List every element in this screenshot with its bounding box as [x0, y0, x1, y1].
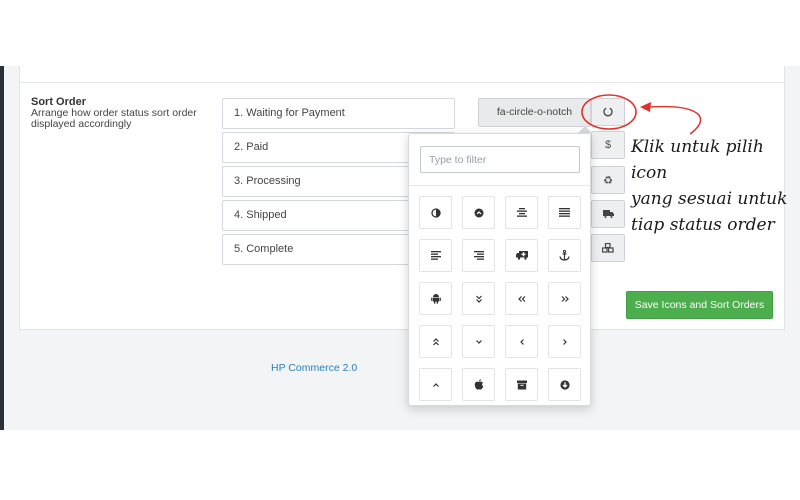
icon-option-ambulance[interactable] — [505, 239, 538, 272]
icon-picker-button-5[interactable] — [591, 234, 625, 262]
icon-option-angle-double-left[interactable] — [505, 282, 538, 315]
sidebar-edge — [0, 66, 4, 430]
angle-double-up-icon — [432, 337, 439, 345]
angle-double-down-icon — [475, 295, 482, 303]
icon-picker-button-2[interactable]: $ — [591, 131, 625, 159]
icon-option-arrow-circle-down[interactable] — [548, 368, 581, 401]
icon-option-anchor[interactable] — [548, 239, 581, 272]
status-input-1[interactable]: 1. Waiting for Payment — [222, 98, 455, 129]
save-icons-sort-orders-button[interactable]: Save Icons and Sort Orders — [626, 291, 773, 319]
arrow-circle-down-icon — [559, 379, 570, 390]
icon-option-align-center[interactable] — [505, 196, 538, 229]
dollar-icon: $ — [604, 139, 612, 151]
icon-option-angle-down[interactable] — [462, 325, 495, 358]
icon-picker-button-1[interactable] — [591, 98, 625, 126]
truck-icon — [602, 210, 614, 218]
circle-o-notch-icon — [603, 107, 613, 117]
annotation-line-2: yang sesuai untuk — [631, 189, 788, 209]
icon-option-align-right[interactable] — [462, 239, 495, 272]
icon-picker-popover — [408, 133, 591, 406]
icon-option-align-justify[interactable] — [548, 196, 581, 229]
angle-double-right-icon — [561, 295, 569, 302]
angle-left-icon — [519, 338, 524, 345]
icon-option-android[interactable] — [419, 282, 452, 315]
sort-order-label: Sort Order Arrange how order status sort… — [31, 96, 216, 130]
icon-filter-input[interactable] — [420, 146, 580, 173]
selected-icon-field[interactable]: fa-circle-o-notch — [478, 98, 591, 127]
annotation-note: Klik untuk pilih icon yang sesuai untuk … — [631, 134, 800, 238]
icon-option-angle-left[interactable] — [505, 325, 538, 358]
ambulance-icon — [515, 251, 528, 260]
icon-option-angle-double-right[interactable] — [548, 282, 581, 315]
icon-picker-button-3[interactable]: ♻ — [591, 166, 625, 194]
icon-option-angle-double-down[interactable] — [462, 282, 495, 315]
angle-down-icon — [475, 339, 482, 344]
icon-option-archive[interactable] — [505, 368, 538, 401]
annotation-line-3: tiap status order — [631, 215, 775, 235]
icon-grid — [419, 196, 583, 401]
icon-option-angle-double-up[interactable] — [419, 325, 452, 358]
icon-option-angle-right[interactable] — [548, 325, 581, 358]
android-icon — [430, 294, 441, 304]
recycle-icon: ♻ — [603, 174, 613, 187]
align-right-icon — [473, 251, 484, 260]
icon-option-adjust[interactable] — [419, 196, 452, 229]
align-left-icon — [430, 251, 441, 260]
chevron-circle-up-icon — [474, 208, 483, 217]
anchor-icon — [559, 250, 570, 261]
angle-double-left-icon — [517, 295, 525, 302]
icon-picker-button-4[interactable] — [591, 200, 625, 228]
icon-option-apple[interactable] — [462, 368, 495, 401]
apple-icon — [474, 379, 483, 390]
icon-option-align-left[interactable] — [419, 239, 452, 272]
cubes-icon — [602, 243, 614, 253]
picker-search-row — [409, 134, 590, 186]
archive-icon — [516, 380, 527, 389]
icon-option-angle-up[interactable] — [419, 368, 452, 401]
icon-option-chevron-circle-up[interactable] — [462, 196, 495, 229]
align-justify-icon — [559, 208, 570, 217]
screen: Sort Order Arrange how order status sort… — [0, 0, 800, 500]
angle-right-icon — [562, 338, 567, 345]
footer-version-link[interactable]: HP Commerce 2.0 — [271, 362, 357, 374]
panel-divider — [19, 82, 785, 83]
picker-caret — [578, 126, 592, 133]
sort-order-help: Arrange how order status sort order disp… — [31, 107, 197, 130]
annotation-line-1: Klik untuk pilih icon — [631, 137, 764, 183]
align-center-icon — [516, 208, 527, 217]
angle-up-icon — [432, 382, 439, 387]
adjust-icon — [430, 207, 441, 218]
